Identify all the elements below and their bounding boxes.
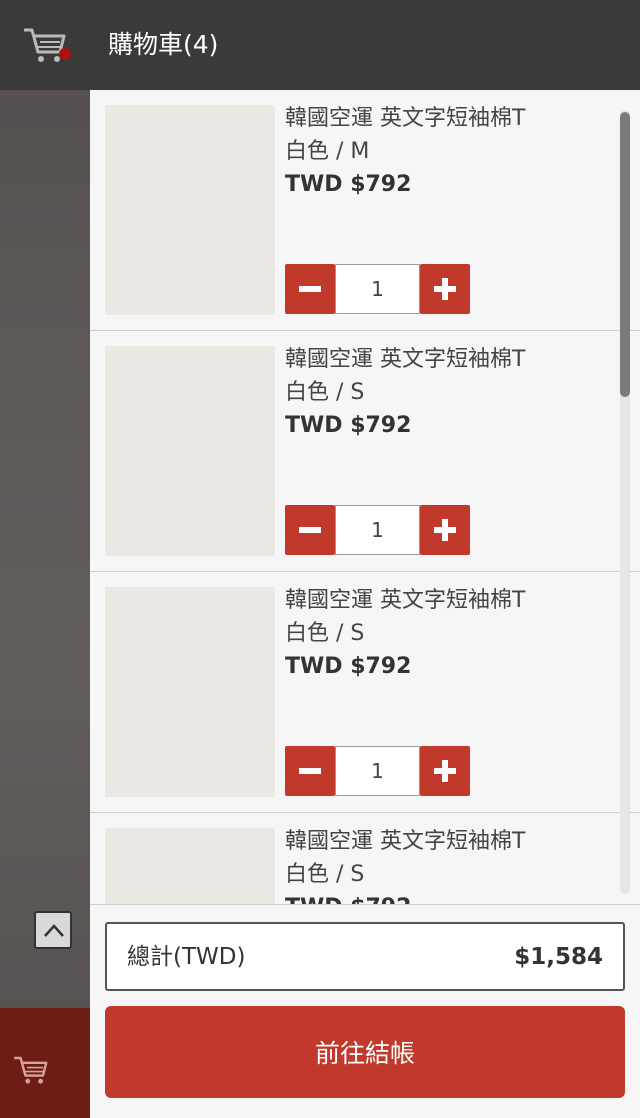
checkout-button[interactable]: 前往結帳: [105, 1006, 625, 1098]
minus-icon: [299, 527, 321, 533]
cart-icon: [14, 1056, 48, 1084]
increase-quantity-button[interactable]: [420, 505, 470, 555]
cart-header: 購物車(4): [90, 0, 640, 90]
cart-count-badge: [59, 48, 71, 60]
increase-quantity-button[interactable]: [420, 264, 470, 314]
product-image[interactable]: [105, 346, 275, 556]
scroll-top-button[interactable]: [34, 911, 72, 949]
product-name[interactable]: 韓國空運 英文字短袖棉T: [285, 102, 605, 135]
plus-icon: [434, 760, 456, 782]
minus-icon: [299, 286, 321, 292]
decrease-quantity-button[interactable]: [285, 505, 335, 555]
total-label: 總計(TWD): [127, 944, 246, 970]
product-image[interactable]: [105, 828, 275, 904]
decrease-quantity-button[interactable]: [285, 746, 335, 796]
cart-title: 購物車(4): [108, 30, 219, 59]
total-amount: $1,584: [514, 944, 603, 970]
product-price: TWD $792: [285, 891, 605, 904]
cart-icon: [24, 28, 66, 62]
quantity-stepper: 1: [285, 746, 470, 796]
scrollbar-thumb[interactable]: [620, 112, 630, 397]
product-image[interactable]: [105, 105, 275, 315]
product-image[interactable]: [105, 587, 275, 797]
quantity-field[interactable]: 1: [335, 264, 420, 314]
product-name[interactable]: 韓國空運 英文字短袖棉T: [285, 584, 605, 617]
cart-footer: 總計(TWD) $1,584 前往結帳: [90, 904, 640, 1118]
product-variant: 白色 / S: [285, 862, 365, 887]
quantity-field[interactable]: 1: [335, 746, 420, 796]
cart-item-list[interactable]: 韓國空運 英文字短袖棉T 白色 / M TWD $792 1 韓國空運 英文字短…: [90, 90, 640, 904]
product-name[interactable]: 韓國空運 英文字短袖棉T: [285, 825, 605, 858]
product-variant: 白色 / M: [285, 139, 370, 164]
cart-item: 韓國空運 英文字短袖棉T 白色 / S TWD $792 1: [90, 331, 640, 572]
product-price: TWD $792: [285, 413, 412, 438]
cart-item: 韓國空運 英文字短袖棉T 白色 / M TWD $792 1: [90, 90, 640, 331]
product-name[interactable]: 韓國空運 英文字短袖棉T: [285, 343, 605, 376]
bottom-cart-button[interactable]: [0, 1008, 90, 1118]
quantity-field[interactable]: 1: [335, 505, 420, 555]
cart-panel: 購物車(4) 韓國空運 英文字短袖棉T 白色 / M TWD $792 1 韓國…: [90, 0, 640, 1118]
increase-quantity-button[interactable]: [420, 746, 470, 796]
product-variant: 白色 / S: [285, 621, 365, 646]
minus-icon: [299, 768, 321, 774]
quantity-stepper: 1: [285, 264, 470, 314]
cart-item: 韓國空運 英文字短袖棉T 白色 / S TWD $792 1: [90, 572, 640, 813]
cart-item: 韓國空運 英文字短袖棉T 白色 / S TWD $792 1: [90, 813, 640, 904]
quantity-stepper: 1: [285, 505, 470, 555]
plus-icon: [434, 519, 456, 541]
page-backdrop[interactable]: [0, 0, 90, 1118]
product-price: TWD $792: [285, 654, 412, 679]
total-box: 總計(TWD) $1,584: [105, 922, 625, 991]
product-price: TWD $792: [285, 172, 412, 197]
product-variant: 白色 / S: [285, 380, 365, 405]
decrease-quantity-button[interactable]: [285, 264, 335, 314]
header-cart-button[interactable]: [0, 0, 90, 90]
chevron-up-icon: [44, 924, 64, 937]
plus-icon: [434, 278, 456, 300]
